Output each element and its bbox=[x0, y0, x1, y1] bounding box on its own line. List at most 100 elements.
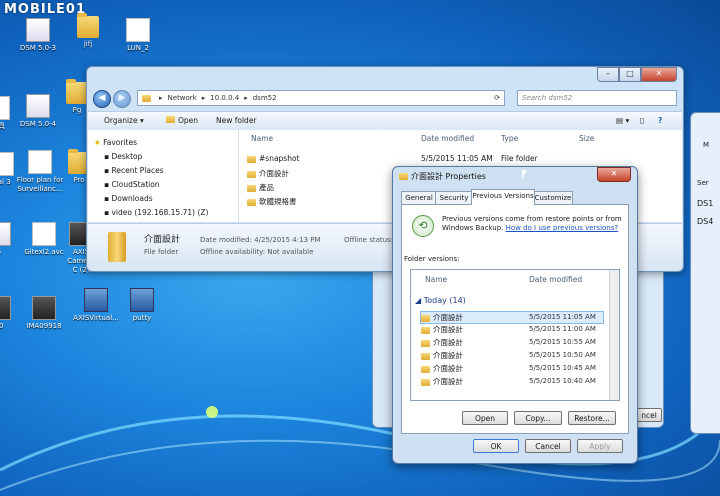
window-controls: – □ ✕ bbox=[597, 67, 677, 82]
folder-icon bbox=[421, 314, 430, 322]
description-text: Previous versions come from restore poin… bbox=[442, 215, 622, 232]
column-name[interactable]: Name bbox=[251, 134, 273, 143]
column-size[interactable]: Size bbox=[579, 134, 594, 143]
copy-button[interactable]: Copy... bbox=[514, 411, 562, 425]
nav-item-video-drive[interactable]: ▪ video (192.168.15.71) (Z) bbox=[104, 208, 208, 217]
tab-general[interactable]: General bbox=[401, 191, 437, 204]
desktop-icon-5[interactable]: 5 bbox=[0, 222, 14, 257]
version-row[interactable]: 介面設計 5/5/2015 10:50 AM bbox=[421, 350, 603, 361]
file-row-products[interactable]: 產品 bbox=[247, 182, 274, 193]
column-date-modified[interactable]: Date modified bbox=[529, 275, 582, 284]
folder-icon bbox=[247, 170, 256, 178]
file-row-snapshot[interactable]: #snapshot 5/5/2015 11:05 AM File folder bbox=[247, 154, 538, 163]
previous-versions-panel: ⟲ Previous versions come from restore po… bbox=[401, 204, 629, 434]
search-input[interactable]: Search dsm52 bbox=[517, 90, 677, 106]
tab-customize[interactable]: Customize bbox=[533, 191, 573, 204]
desktop-icon-tools[interactable]: 工具 bbox=[0, 96, 16, 131]
maximize-button[interactable]: □ bbox=[619, 67, 641, 82]
desktop-icon-ima09918[interactable]: IMA09918 bbox=[14, 296, 74, 331]
file-row-software-spec[interactable]: 軟體規格書 bbox=[247, 196, 297, 207]
restore-clock-icon: ⟲ bbox=[412, 215, 434, 237]
putty-icon bbox=[130, 288, 154, 312]
folder-icon bbox=[247, 155, 256, 163]
version-row[interactable]: 介面設計 5/5/2015 10:40 AM bbox=[421, 376, 603, 387]
vertical-scrollbar[interactable] bbox=[609, 270, 619, 400]
versions-list: Name Date modified ◢ Today (14) 介面設計 5/5/… bbox=[410, 269, 620, 401]
favorites-header[interactable]: ★ Favorites bbox=[94, 138, 137, 147]
version-row[interactable]: 介面設計 5/5/2015 11:05 AM bbox=[420, 311, 604, 324]
desktop-icon-floor-plan[interactable]: Floor plan for Surveillanc... bbox=[12, 150, 68, 194]
folder-icon bbox=[77, 13, 99, 38]
version-row[interactable]: 介面設計 5/5/2015 11:00 AM bbox=[421, 324, 603, 335]
new-folder-button[interactable]: New folder bbox=[216, 116, 257, 125]
folder-icon bbox=[399, 173, 408, 180]
view-options-icon[interactable]: ▤ ▾ bbox=[616, 116, 629, 125]
column-name[interactable]: Name bbox=[425, 275, 447, 284]
screenshot-icon bbox=[26, 18, 50, 42]
bg-cancel-button[interactable]: ncel bbox=[636, 408, 662, 422]
version-row[interactable]: 介面設計 5/5/2015 10:45 AM bbox=[421, 363, 603, 374]
desktop-icon-dsm-5-0-4[interactable]: DSM 5.0-4 bbox=[8, 94, 68, 129]
help-icon[interactable]: ? bbox=[658, 116, 662, 125]
folder-icon bbox=[421, 378, 430, 386]
organize-button[interactable]: Organize ▾ bbox=[104, 116, 144, 125]
folder-icon bbox=[108, 232, 126, 262]
watermark: MOBILE01 bbox=[4, 2, 86, 17]
restore-button[interactable]: Restore... bbox=[568, 411, 616, 425]
back-arrow-icon[interactable]: ◀ bbox=[93, 90, 111, 108]
folder-versions-label: Folder versions: bbox=[404, 255, 460, 263]
breadcrumb-network[interactable]: Network bbox=[168, 94, 197, 102]
navigation-pane: ★ Favorites ▪ Desktop ▪ Recent Places ▪ … bbox=[88, 130, 239, 222]
nav-item-downloads[interactable]: ▪ Downloads bbox=[104, 194, 153, 203]
screenshot-icon bbox=[0, 222, 11, 246]
refresh-icon[interactable]: ⟳ bbox=[494, 94, 500, 102]
ok-button[interactable]: OK bbox=[473, 439, 519, 453]
minimize-button[interactable]: – bbox=[597, 67, 619, 82]
details-name: 介面設計 bbox=[144, 235, 181, 245]
installer-icon bbox=[84, 288, 108, 312]
command-bar: Organize ▾ Open New folder ▤ ▾ ▯ ? bbox=[88, 111, 682, 131]
tab-security[interactable]: Security bbox=[435, 191, 473, 204]
column-type[interactable]: Type bbox=[501, 134, 518, 143]
desktop-icon-lun-2[interactable]: LUN_2 bbox=[108, 18, 168, 53]
folder-icon bbox=[247, 184, 256, 192]
folder-icon bbox=[166, 116, 175, 123]
desktop-icon-putty[interactable]: putty bbox=[112, 288, 172, 323]
desktop-icon-90[interactable]: 90 bbox=[0, 296, 14, 331]
tab-previous-versions[interactable]: Previous Versions bbox=[471, 189, 535, 205]
address-bar[interactable]: ▸ Network ▸ 10.0.0.4 ▸ dsm52 ⟳ bbox=[137, 90, 505, 106]
folder-icon bbox=[421, 339, 430, 347]
breadcrumb-share[interactable]: dsm52 bbox=[253, 94, 277, 102]
cancel-button[interactable]: Cancel bbox=[525, 439, 571, 453]
image-icon bbox=[32, 296, 56, 320]
desktop-icon-gitexl2[interactable]: Gitexl2.avc bbox=[14, 222, 74, 257]
details-date-modified: Date modified: 4/25/2015 4:13 PM bbox=[200, 236, 321, 244]
screenshot-icon bbox=[26, 94, 50, 118]
document-icon bbox=[32, 222, 56, 246]
help-link[interactable]: How do I use previous versions? bbox=[506, 224, 619, 232]
apply-button[interactable]: Apply bbox=[577, 439, 623, 453]
open-button[interactable]: Open bbox=[178, 116, 198, 125]
folder-icon bbox=[142, 94, 151, 102]
close-button[interactable]: ✕ bbox=[597, 167, 631, 182]
file-row-interface-design[interactable]: 介面設計 bbox=[247, 168, 289, 179]
close-button[interactable]: ✕ bbox=[641, 67, 677, 82]
dialog-title: 介面設計 Properties bbox=[411, 172, 486, 181]
version-row[interactable]: 介面設計 5/5/2015 10:55 AM bbox=[421, 337, 603, 348]
image-icon bbox=[0, 296, 11, 320]
nav-item-cloudstation[interactable]: ▪ CloudStation bbox=[104, 180, 160, 189]
group-header-today[interactable]: ◢ Today (14) bbox=[415, 296, 466, 305]
details-offline-status: Offline status: bbox=[344, 236, 394, 244]
folder-icon bbox=[421, 352, 430, 360]
details-offline-availability: Offline availability: Not available bbox=[200, 248, 314, 256]
nav-item-desktop[interactable]: ▪ Desktop bbox=[104, 152, 142, 161]
folder-icon bbox=[66, 79, 88, 104]
address-row: ◀ ▶ ▸ Network ▸ 10.0.0.4 ▸ dsm52 ⟳ Searc… bbox=[93, 89, 677, 109]
column-date-modified[interactable]: Date modified bbox=[421, 134, 474, 143]
preview-pane-icon[interactable]: ▯ bbox=[640, 116, 644, 125]
forward-arrow-icon[interactable]: ▶ bbox=[113, 90, 131, 108]
nav-item-recent-places[interactable]: ▪ Recent Places bbox=[104, 166, 164, 175]
open-button[interactable]: Open bbox=[462, 411, 508, 425]
breadcrumb-host[interactable]: 10.0.0.4 bbox=[210, 94, 239, 102]
mouse-pointer-icon bbox=[522, 170, 527, 179]
